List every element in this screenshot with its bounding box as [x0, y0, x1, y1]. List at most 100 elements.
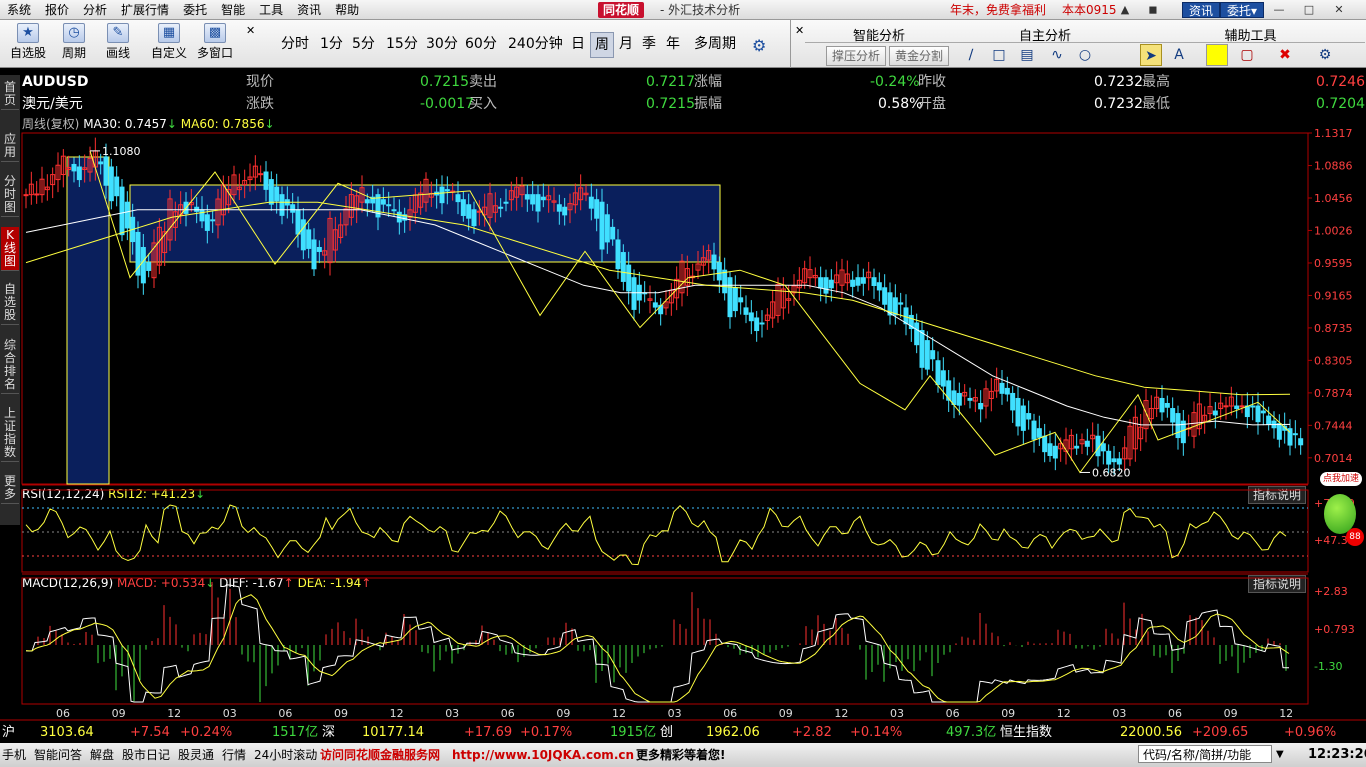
status-quote[interactable]: 行情 [222, 746, 246, 764]
menu-tools[interactable]: 工具 [252, 0, 290, 20]
tab-more[interactable]: 更多 [1, 473, 19, 504]
status-lock[interactable]: 解盘 [90, 746, 114, 764]
support-resistance-button[interactable]: 撑压分析 [826, 46, 887, 66]
macd-help-button[interactable]: 指标说明 [1248, 575, 1307, 593]
trade-button[interactable]: 委托▾ [1220, 2, 1265, 18]
shirt-icon[interactable]: ◼ [1146, 3, 1160, 17]
price-tick-label: 1.0456 [1314, 192, 1353, 205]
candle-body [487, 193, 493, 218]
candle-body [114, 176, 120, 197]
period-year[interactable]: 年 [662, 32, 684, 56]
candle-body [732, 287, 738, 312]
multi-window-button[interactable]: ▩ 多窗口 [194, 23, 236, 60]
candle-body [972, 397, 978, 402]
menu-news[interactable]: 资讯 [290, 0, 328, 20]
tab-apps[interactable]: 应用 [1, 131, 19, 162]
candle-body [375, 194, 381, 218]
candle-body [706, 250, 712, 261]
status-ad-text[interactable]: 访问同花顺金融服务网 [320, 746, 440, 764]
tab-watchlist[interactable]: 自选股 [1, 281, 19, 325]
period-multi[interactable]: 多周期 [690, 32, 740, 56]
candle-body [631, 277, 637, 310]
rect-tool-icon[interactable]: □ [988, 44, 1010, 66]
text-tool-icon[interactable]: A [1168, 44, 1190, 66]
period-month[interactable]: 月 [615, 32, 637, 56]
value-change: -0.0017 [420, 96, 475, 112]
tab-kline[interactable]: K线图 [1, 227, 19, 271]
period-5m[interactable]: 5分 [348, 32, 379, 56]
code-search-input[interactable]: 代码/名称/简拼/功能 [1138, 745, 1272, 763]
candle-body [327, 217, 333, 264]
status-mobile[interactable]: 手机 [2, 746, 26, 764]
menu-trade[interactable]: 委托 [176, 0, 214, 20]
status-scroll[interactable]: 24小时滚动 [254, 746, 317, 764]
index-sh-label[interactable]: 沪 [2, 723, 15, 743]
version-label[interactable]: 本本0915 [1062, 0, 1117, 20]
status-linked[interactable]: 股灵通 [178, 746, 214, 764]
candle-body [1132, 416, 1138, 450]
time-tick-label: 06 [56, 707, 70, 720]
rsi-panel [22, 504, 1308, 566]
candle-body [92, 150, 98, 168]
tab-sh-index[interactable]: 上证指数 [1, 405, 19, 462]
index-sz-label[interactable]: 深 [322, 723, 335, 743]
maximize-icon[interactable]: □ [1302, 3, 1316, 17]
candle-body [290, 204, 296, 213]
wave-tool-icon[interactable]: ∿ [1046, 44, 1068, 66]
period-week[interactable]: 周 [590, 32, 614, 58]
status-ad-url[interactable]: http://www.10JQKA.com.cn [452, 746, 634, 764]
status-ask[interactable]: 智能问答 [34, 746, 82, 764]
index-hs-label[interactable]: 恒生指数 [1000, 723, 1052, 743]
minimize-icon[interactable]: — [1272, 3, 1286, 17]
tab-ranking[interactable]: 综合排名 [1, 337, 19, 394]
menu-analysis[interactable]: 分析 [76, 0, 114, 20]
period-30m[interactable]: 30分 [422, 32, 462, 56]
price-tick-label: 1.1317 [1314, 127, 1353, 140]
bell-icon[interactable]: ▲ [1118, 3, 1132, 17]
menu-help[interactable]: 帮助 [328, 0, 366, 20]
draw-line-button[interactable]: ✎ 画线 [98, 23, 138, 60]
color-swatch-icon[interactable] [1206, 44, 1228, 66]
news-button[interactable]: 资讯 [1182, 2, 1221, 18]
tab-home[interactable]: 首页 [1, 79, 19, 110]
rsi-help-button[interactable]: 指标说明 [1248, 486, 1307, 504]
promo-link[interactable]: 年末，免费拿福利 [950, 0, 1046, 20]
save-icon[interactable]: ▢ [1236, 44, 1258, 66]
period-60m[interactable]: 60分 [461, 32, 501, 56]
mascot-widget[interactable]: 点我加速 88 [1318, 470, 1364, 550]
custom-button[interactable]: ▦ 自定义 [148, 23, 190, 60]
menu-extended[interactable]: 扩展行情 [114, 0, 176, 20]
period-1m[interactable]: 1分 [316, 32, 347, 56]
index-cy-label[interactable]: 创 [660, 723, 673, 743]
close-panel-icon[interactable]: ✕ [795, 24, 804, 37]
candle-body [418, 192, 424, 208]
period-button[interactable]: ◷ 周期 [54, 23, 94, 60]
period-day[interactable]: 日 [567, 32, 589, 56]
candle-body [1271, 420, 1277, 429]
line-tool-icon[interactable]: ∕ [960, 44, 982, 66]
search-dropdown-icon[interactable]: ▼ [1276, 746, 1284, 764]
time-tick-label: 09 [779, 707, 793, 720]
close-icon[interactable]: ✕ [1332, 3, 1346, 17]
candle-body [1026, 413, 1032, 420]
delete-icon[interactable]: ✖ [1274, 44, 1296, 66]
close-toolbar-icon[interactable]: ✕ [246, 24, 255, 37]
time-tick-label: 09 [1001, 707, 1015, 720]
menu-smart[interactable]: 智能 [214, 0, 252, 20]
menu-quote[interactable]: 报价 [38, 0, 76, 20]
period-quarter[interactable]: 季 [638, 32, 660, 56]
gear-icon[interactable]: ⚙ [752, 36, 766, 55]
tab-intraday[interactable]: 分时图 [1, 173, 19, 217]
watchlist-button[interactable]: ★ 自选股 [6, 23, 50, 60]
circle-tool-icon[interactable]: ○ [1074, 44, 1096, 66]
cursor-icon[interactable]: ➤ [1140, 44, 1162, 66]
menu-system[interactable]: 系统 [0, 0, 38, 20]
period-tick[interactable]: 分时 [277, 32, 313, 56]
period-15m[interactable]: 15分 [382, 32, 422, 56]
candle-body [716, 262, 722, 281]
settings-icon[interactable]: ⚙ [1314, 44, 1336, 66]
golden-section-button[interactable]: 黄金分割 [889, 46, 950, 66]
status-diary[interactable]: 股市日记 [122, 746, 170, 764]
period-240m[interactable]: 240分钟 [504, 32, 567, 56]
fib-tool-icon[interactable]: ▤ [1016, 44, 1038, 66]
